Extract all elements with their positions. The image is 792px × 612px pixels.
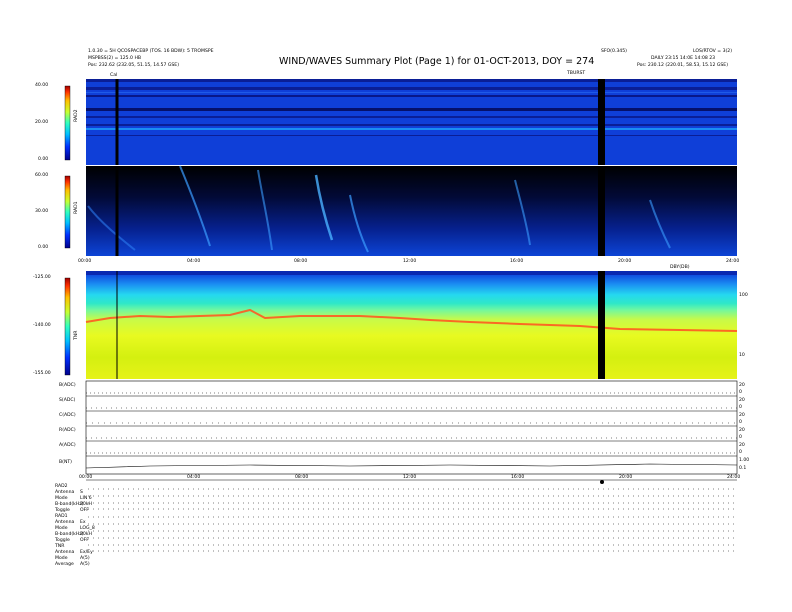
rad1-row-1-key: Mode	[55, 526, 68, 531]
status-right-3b: 0	[739, 435, 742, 440]
top-time-tick-6: 24:00	[726, 259, 740, 264]
rad2-panel	[86, 79, 737, 165]
tnr-row-2-val: A(5)	[80, 562, 90, 567]
rad2-row-0-key: Antenna	[55, 490, 75, 495]
top-time-tick-3: 12:00	[403, 259, 417, 264]
rad2-row-0-val: S	[80, 490, 83, 495]
status-right-2a: 20	[739, 413, 745, 418]
status-label-1: S(ADC)	[59, 398, 76, 403]
status-right-0b: 0	[739, 390, 742, 395]
tnr-ylabel: TNR	[74, 330, 79, 340]
rad1-ytick-bot: 0.00	[38, 245, 49, 250]
bottom-time-tick-0: 00:00	[79, 475, 93, 480]
rad2-ytick-bot: 0.00	[38, 157, 49, 162]
tnr-ytick-bot: -155.00	[33, 371, 51, 376]
tnr-head: TNR	[55, 544, 65, 549]
rad1-ytick-top: 60.00	[35, 173, 49, 178]
bottom-time-tick-2: 08:00	[295, 475, 309, 480]
status-panel	[85, 380, 738, 475]
tnr-right-tick-top: 100	[739, 293, 748, 298]
status-label-5: B(NT)	[59, 460, 72, 465]
status-right-0a: 20	[739, 383, 745, 388]
status-right-1b: 0	[739, 405, 742, 410]
top-time-tick-4: 16:00	[510, 259, 524, 264]
top-time-tick-1: 04:00	[187, 259, 201, 264]
tnr-panel	[85, 271, 738, 379]
rad2-row-1-key: Mode	[55, 496, 68, 501]
rad2-ytick-top: 40.00	[35, 83, 49, 88]
data-gap-rad2-b	[598, 79, 605, 165]
status-right-5b: 0.1	[739, 466, 747, 471]
tnr-tag: DBY(DB)	[670, 265, 690, 270]
bottom-time-tick-4: 16:00	[511, 475, 525, 480]
status-right-4b: 0	[739, 450, 742, 455]
status-right-1a: 20	[739, 398, 745, 403]
rad1-row-1-val: LOG_8	[80, 526, 95, 531]
rad1-row-3-val: OFF	[80, 538, 89, 543]
rad1-row-2-val: 20kH	[80, 532, 92, 537]
bottom-time-tick-1: 04:00	[187, 475, 201, 480]
status-label-4: A(ADC)	[59, 443, 76, 448]
tnr-row-1-key: Mode	[55, 556, 68, 561]
data-gap-rad1-b	[598, 166, 605, 256]
rad1-row-0-key: Antenna	[55, 520, 75, 525]
top-time-tick-2: 08:00	[294, 259, 308, 264]
rad2-row-2-val: 20kH	[80, 502, 92, 507]
rad2-row-1-val: LIN 6	[80, 496, 92, 501]
rad2-row-3-val: OFF	[80, 508, 89, 513]
rad1-colorbar	[64, 175, 71, 249]
data-gap-rad2	[115, 79, 119, 165]
bottom-time-tick-6: 24:00	[727, 475, 741, 480]
rad2-colorbar	[64, 85, 71, 161]
rad2-row-3-key: Toggle	[55, 508, 70, 513]
tnr-row-2-key: Average	[55, 562, 74, 567]
tnr-ytick-mid: -140.00	[33, 323, 51, 328]
summary-plot	[64, 79, 738, 552]
gap-marker	[600, 480, 604, 484]
rad1-panel	[86, 165, 737, 256]
bottom-time-tick-5: 20:00	[619, 475, 633, 480]
rad1-row-0-val: Ex	[80, 520, 86, 525]
status-right-5a: 1.00	[739, 458, 750, 463]
rad2-head: RAD2	[55, 484, 68, 489]
tnr-colorbar	[64, 277, 71, 376]
status-right-4a: 20	[739, 443, 745, 448]
rad2-ytick-mid: 20.00	[35, 120, 49, 125]
status-right-2b: 0	[739, 420, 742, 425]
data-gap-rad1	[115, 166, 119, 256]
rad1-ytick-mid: 30.00	[35, 209, 49, 214]
tnr-ytick-top: -125.00	[33, 275, 51, 280]
tnr-right-tick-bot: 10	[739, 353, 745, 358]
status-label-3: R(ADC)	[59, 428, 76, 433]
rad2-ylabel: RAD2	[74, 109, 79, 122]
tnr-row-0-key: Antenna	[55, 550, 75, 555]
top-time-tick-0: 00:00	[78, 259, 92, 264]
rad1-head: RAD1	[55, 514, 68, 519]
tnr-row-1-val: A(5)	[80, 556, 90, 561]
bottom-time-tick-3: 12:00	[403, 475, 417, 480]
rad1-ylabel: RAD1	[74, 201, 79, 214]
status-label-2: C(ADC)	[59, 413, 76, 418]
data-gap-tnr-b	[598, 271, 605, 379]
tnr-row-0-val: Ex/Ey	[80, 550, 93, 555]
rad1-row-3-key: Toggle	[55, 538, 70, 543]
status-label-0: B(ADC)	[59, 383, 76, 388]
status-right-3a: 20	[739, 428, 745, 433]
top-time-tick-5: 20:00	[618, 259, 632, 264]
